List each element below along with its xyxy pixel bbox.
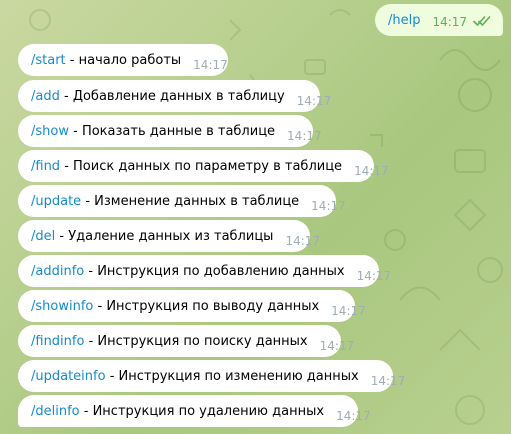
command-description: - Инструкция по удалению данных <box>79 404 325 419</box>
command-link-add[interactable]: /add <box>31 89 60 104</box>
command-description: - Добавление данных в таблицу <box>59 89 285 104</box>
command-link-showinfo[interactable]: /showinfo <box>31 299 93 314</box>
command-description: - Поиск данных по параметру в таблице <box>60 159 343 174</box>
message-bubble: /del - Удаление данных из таблицы 14:17 <box>18 220 320 252</box>
outgoing-message-text: /help <box>388 13 421 28</box>
command-description: - начало работы <box>65 53 182 68</box>
message-time: 14:17 <box>193 58 228 72</box>
message-time: 14:17 <box>370 374 406 388</box>
command-link-addinfo[interactable]: /addinfo <box>31 264 84 279</box>
message-bubble: /addinfo - Инструкция по добавлению данн… <box>18 255 391 287</box>
message-bubble: /add - Добавление данных в таблицу 14:17 <box>18 80 331 112</box>
message-time: 14:17 <box>432 15 468 29</box>
message-bubble: /start - начало работы 14:17 <box>18 44 228 76</box>
message-bubble: /update - Изменение данных в таблице 14:1… <box>18 185 346 217</box>
message-bubble: /find - Поиск данных по параметру в табл… <box>18 150 389 182</box>
command-description: - Показать данные в таблице <box>68 124 276 139</box>
command-link-delinfo[interactable]: /delinfo <box>31 404 80 419</box>
message-time: 14:17 <box>356 269 392 283</box>
message-bubble: /delinfo - Инструкция по удалению данных… <box>18 395 371 427</box>
command-description: - Инструкция по поиску данных <box>84 334 308 349</box>
command-link-update[interactable]: /update <box>31 194 81 209</box>
command-link-updateinfo[interactable]: /updateinfo <box>31 369 106 384</box>
outgoing-message[interactable]: /help 14:17 <box>375 4 503 36</box>
command-description: - Удаление данных из таблицы <box>55 229 274 244</box>
command-description: - Инструкция по изменению данных <box>105 369 359 384</box>
message-time: 14:17 <box>336 409 371 423</box>
chat-area: /help 14:17 /start - начало работы 14:17 /… <box>0 0 511 434</box>
command-link-del[interactable]: /del <box>31 229 55 244</box>
message-time: 14:17 <box>331 304 366 318</box>
message-time: 14:17 <box>354 164 389 178</box>
command-description: - Инструкция по выводу данных <box>93 299 320 314</box>
message-time: 14:17 <box>319 339 355 353</box>
command-description: - Инструкция по добавлению данных <box>84 264 345 279</box>
message-bubble: /updateinfo - Инструкция по изменению да… <box>18 360 405 392</box>
command-link-find[interactable]: /find <box>31 159 60 174</box>
message-time: 14:17 <box>296 94 332 108</box>
command-link-findinfo[interactable]: /findinfo <box>31 334 84 349</box>
command-link-start[interactable]: /start <box>31 53 66 68</box>
double-check-icon <box>473 16 491 26</box>
command-link-show[interactable]: /show <box>31 124 69 139</box>
message-time: 14:17 <box>285 234 321 248</box>
command-description: - Изменение данных в таблице <box>81 194 300 209</box>
message-bubble: /findinfo - Инструкция по поиску данных 1… <box>18 325 354 357</box>
message-bubble: /showinfo - Инструкция по выводу данных 1… <box>18 290 366 322</box>
message-time: 14:17 <box>311 199 346 213</box>
message-bubble: /show - Показать данные в таблице 14:17 <box>18 115 322 147</box>
message-time: 14:17 <box>287 129 322 143</box>
